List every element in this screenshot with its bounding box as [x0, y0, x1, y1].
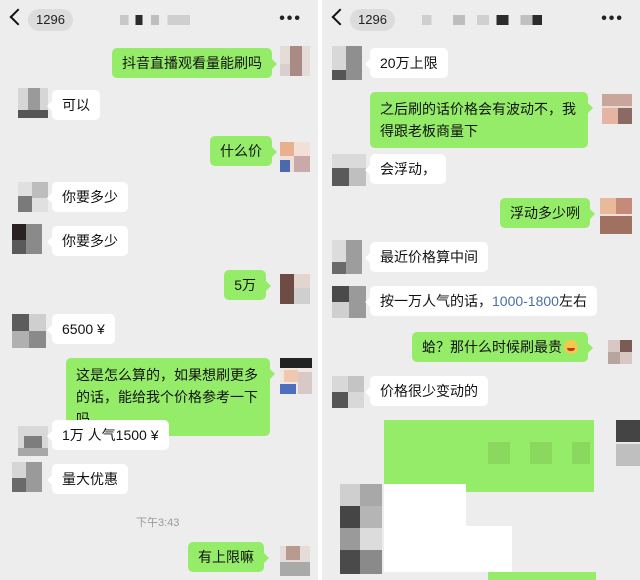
contact-avatar — [12, 314, 46, 348]
contact-avatar — [332, 376, 364, 408]
message-bubble-incoming[interactable]: 会浮动， — [365, 154, 446, 184]
message-bubble-incoming[interactable]: 价格很少变动的 — [365, 376, 488, 406]
self-avatar — [602, 94, 632, 124]
message-bubble-incoming[interactable]: 最近价格算中间 — [365, 242, 488, 272]
contact-avatar — [18, 88, 48, 118]
back-arrow-icon[interactable] — [9, 8, 27, 26]
chat-pane-left: 1296 ••• 抖音直播观看量能刷吗 可以 什么价 你要多少 你要多少 5万 … — [0, 0, 318, 580]
message-bubble-incoming[interactable]: 20万上限 — [365, 48, 448, 78]
contact-avatar — [12, 462, 42, 492]
redacted-message-bubble — [488, 572, 596, 580]
message-bubble-incoming[interactable]: 可以 — [47, 90, 100, 120]
contact-name-blurred — [422, 15, 542, 25]
message-bubble-incoming[interactable]: 量大优惠 — [47, 464, 128, 494]
redacted-message-bubble — [384, 484, 466, 528]
self-avatar — [280, 546, 310, 576]
message-bubble-incoming[interactable]: 1万 人气1500 ¥ — [47, 420, 169, 450]
self-avatar — [600, 198, 632, 234]
unread-count-badge[interactable]: 1296 — [350, 9, 395, 31]
message-bubble-incoming[interactable]: 你要多少 — [47, 182, 128, 212]
contact-name-blurred — [120, 15, 190, 25]
contact-avatar — [18, 426, 48, 456]
message-bubble-incoming[interactable]: 6500 ¥ — [47, 314, 115, 344]
self-avatar — [280, 142, 310, 172]
more-options-icon[interactable]: ••• — [279, 10, 302, 28]
message-bubble-outgoing[interactable]: 浮动多少咧 — [500, 198, 595, 228]
more-options-icon[interactable]: ••• — [601, 10, 624, 28]
back-arrow-icon[interactable] — [331, 8, 349, 26]
redacted-pixel — [530, 442, 552, 464]
self-avatar — [280, 46, 310, 76]
unread-count-badge[interactable]: 1296 — [28, 9, 73, 31]
contact-avatar — [18, 182, 48, 212]
message-text: 左右 — [558, 293, 587, 309]
redacted-message-bubble — [384, 526, 512, 572]
message-timestamp: 下午3:43 — [136, 517, 180, 529]
chat-header: 1296 ••• — [322, 0, 640, 40]
crying-laughing-emoji-icon — [564, 340, 578, 354]
message-bubble-outgoing[interactable]: 什么价 — [210, 136, 277, 166]
contact-avatar — [332, 240, 362, 274]
message-bubble-outgoing[interactable]: 有上限嘛 — [188, 542, 269, 572]
contact-avatar — [340, 484, 382, 574]
self-avatar — [616, 420, 640, 466]
screenshot: 1296 ••• 抖音直播观看量能刷吗 可以 什么价 你要多少 你要多少 5万 … — [0, 0, 640, 580]
message-bubble-outgoing[interactable]: 5万 — [224, 270, 271, 300]
chat-pane-right: 1296 ••• 20万上限 之后刷的话价格会有波动不，我得跟老板商量下 会浮动… — [322, 0, 640, 580]
redacted-pixel — [572, 442, 590, 464]
self-avatar — [608, 340, 632, 364]
message-bubble-incoming[interactable]: 你要多少 — [47, 226, 128, 256]
self-avatar — [280, 274, 310, 304]
chat-header: 1296 ••• — [0, 0, 318, 40]
contact-avatar — [332, 46, 362, 80]
redacted-pixel — [488, 442, 510, 464]
price-range-highlight[interactable]: 1000-1800 — [492, 293, 559, 309]
contact-avatar — [332, 154, 366, 186]
message-bubble-outgoing[interactable]: 之后刷的话价格会有波动不，我得跟老板商量下 — [370, 92, 593, 148]
message-bubble-outgoing[interactable]: 蛤？那什么时候刷最贵 — [412, 332, 593, 362]
message-text: 蛤？那什么时候刷最贵 — [422, 339, 562, 355]
self-avatar — [280, 358, 312, 394]
contact-avatar — [332, 286, 366, 318]
message-bubble-outgoing[interactable]: 抖音直播观看量能刷吗 — [112, 48, 277, 78]
message-text: 按一万人气的话， — [380, 293, 492, 309]
message-bubble-incoming[interactable]: 按一万人气的话，1000-1800左右 — [365, 286, 597, 316]
contact-avatar — [12, 224, 42, 254]
